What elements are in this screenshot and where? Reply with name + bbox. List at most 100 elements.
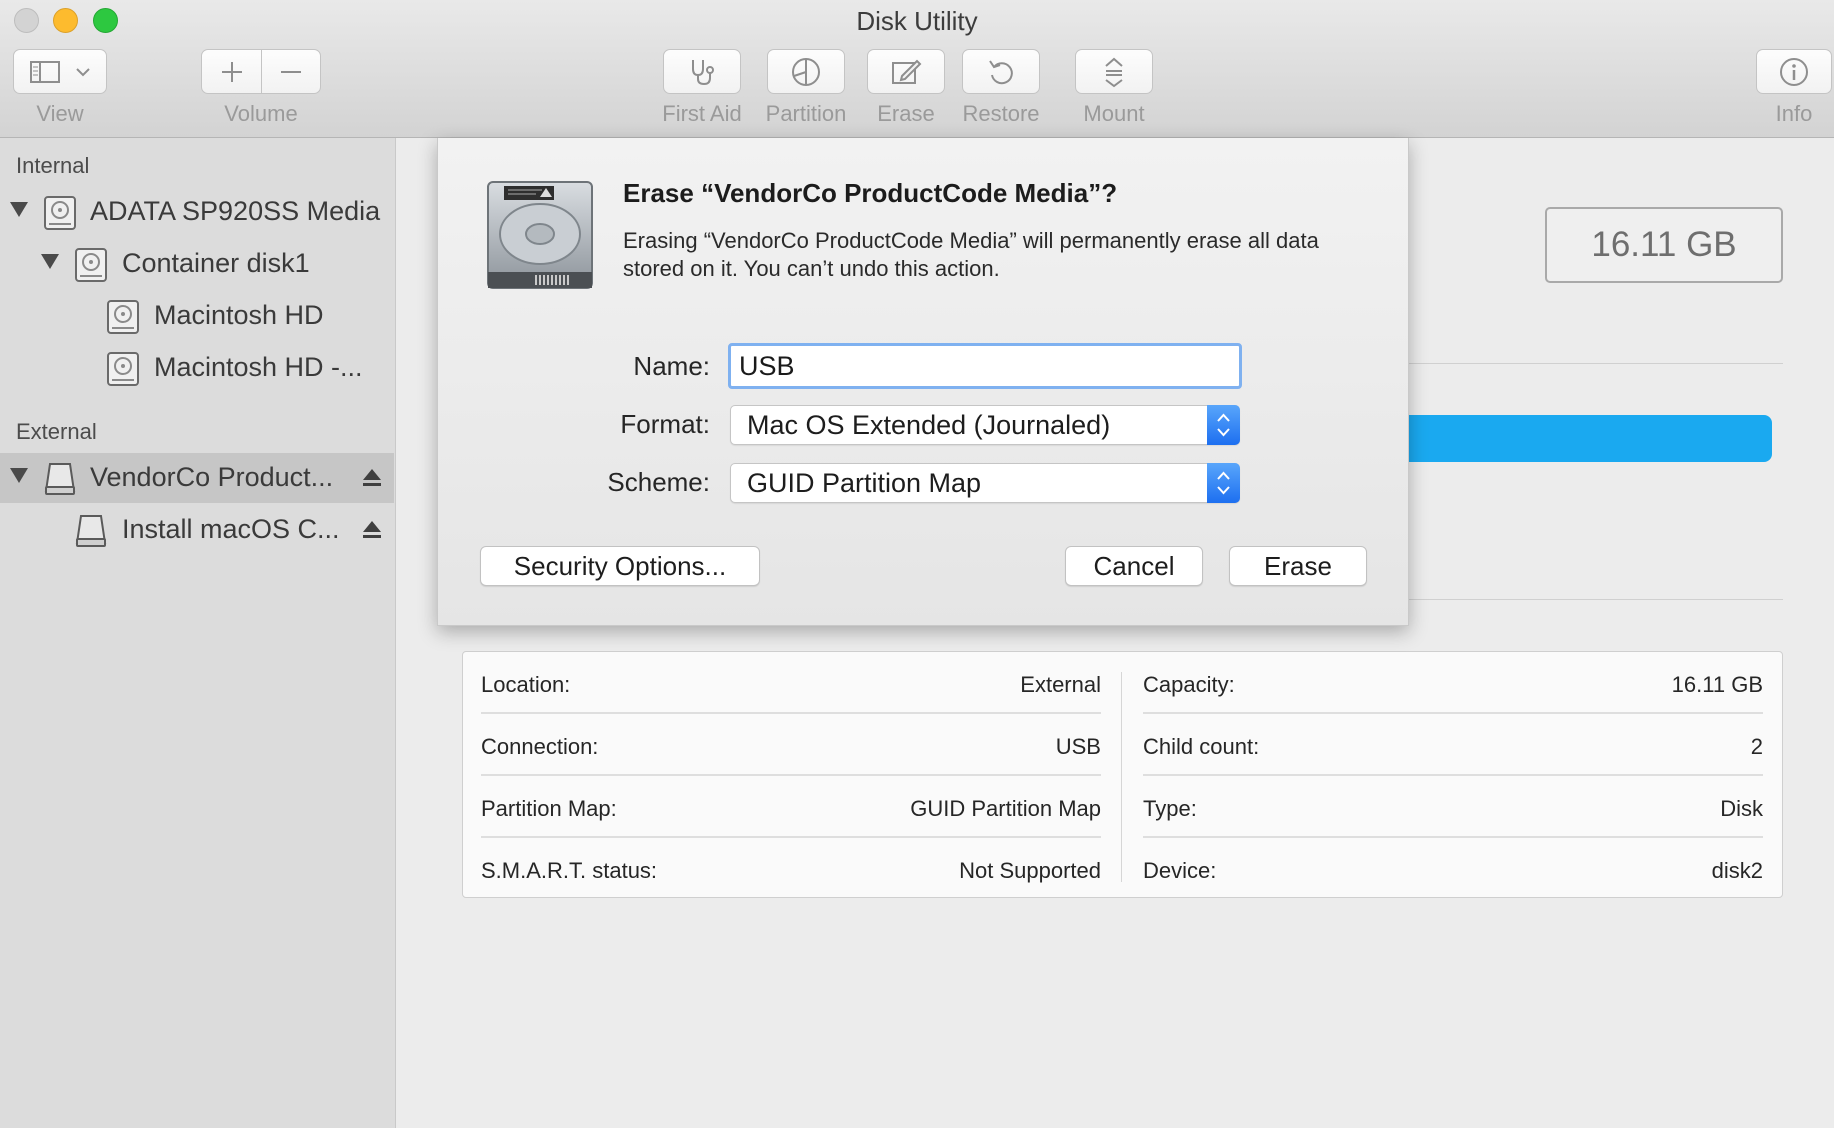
sidebar-item-label: Macintosh HD bbox=[154, 300, 324, 330]
add-volume-button[interactable] bbox=[201, 49, 262, 94]
divider bbox=[1408, 363, 1783, 364]
stethoscope-icon bbox=[686, 57, 718, 87]
mount-button[interactable] bbox=[1075, 49, 1153, 94]
mount-icon bbox=[1101, 56, 1127, 88]
erase-dialog: Erase “VendorCo ProductCode Media”? Eras… bbox=[437, 138, 1409, 626]
erase-label: Erase bbox=[877, 101, 935, 126]
info-row-capacity: Capacity: 16.11 GB bbox=[1143, 652, 1763, 714]
plus-icon bbox=[220, 60, 244, 84]
volume-label: Volume bbox=[224, 101, 298, 126]
cancel-button[interactable]: Cancel bbox=[1065, 546, 1203, 586]
scheme-popup[interactable]: GUID Partition Map bbox=[730, 463, 1240, 503]
external-disk-icon bbox=[43, 461, 77, 502]
info-row-location: Location: External bbox=[481, 652, 1101, 714]
internal-disk-icon bbox=[106, 351, 140, 392]
sidebar-item-container-disk1[interactable]: Container disk1 bbox=[0, 239, 394, 289]
eject-icon[interactable] bbox=[362, 467, 382, 489]
pie-chart-icon bbox=[790, 56, 822, 88]
popup-arrows-icon bbox=[1207, 463, 1240, 503]
sidebar-toggle-icon bbox=[29, 59, 63, 85]
name-label: Name: bbox=[633, 351, 710, 381]
internal-disk-icon bbox=[106, 299, 140, 340]
hard-disk-icon bbox=[482, 178, 598, 299]
view-label: View bbox=[36, 101, 84, 126]
info-value: 16.11 GB bbox=[1671, 672, 1763, 697]
info-key: Child count: bbox=[1143, 734, 1260, 759]
info-row-connection: Connection: USB bbox=[481, 714, 1101, 776]
internal-disk-icon bbox=[43, 195, 77, 236]
info-value: GUID Partition Map bbox=[910, 796, 1101, 821]
column-divider bbox=[1121, 672, 1122, 882]
capacity-display: 16.11 GB bbox=[1545, 207, 1783, 283]
view-button[interactable] bbox=[13, 49, 107, 94]
info-button[interactable] bbox=[1756, 49, 1832, 94]
window-title: Disk Utility bbox=[856, 6, 978, 36]
info-value: disk2 bbox=[1711, 858, 1763, 883]
mount-label: Mount bbox=[1083, 101, 1145, 126]
toolbar: Disk Utility View Volume First Aid Parti… bbox=[0, 0, 1834, 138]
popup-arrows-icon bbox=[1207, 405, 1240, 445]
info-icon bbox=[1778, 56, 1810, 88]
internal-disk-icon bbox=[74, 247, 108, 288]
info-row-child-count: Child count: 2 bbox=[1143, 714, 1763, 776]
dialog-message: Erasing “VendorCo ProductCode Media” wil… bbox=[623, 228, 1319, 281]
info-value: Disk bbox=[1720, 796, 1763, 821]
disclosure-triangle-icon[interactable] bbox=[10, 468, 28, 483]
info-row-smart-status: S.M.A.R.T. status: Not Supported bbox=[481, 838, 1101, 900]
info-row-partition-map: Partition Map: GUID Partition Map bbox=[481, 776, 1101, 838]
disclosure-triangle-icon[interactable] bbox=[10, 202, 28, 217]
restore-label: Restore bbox=[962, 101, 1040, 126]
external-disk-icon bbox=[74, 513, 108, 554]
pencil-erase-icon bbox=[890, 57, 922, 87]
info-key: Capacity: bbox=[1143, 672, 1235, 697]
restore-button[interactable] bbox=[962, 49, 1040, 94]
partition-label: Partition bbox=[765, 101, 847, 126]
sidebar-section-internal: Internal bbox=[16, 153, 90, 178]
info-key: Location: bbox=[481, 672, 571, 697]
sidebar: Internal ADATA SP920SS Media Container d… bbox=[0, 138, 396, 1128]
divider bbox=[1408, 599, 1783, 600]
partition-button[interactable] bbox=[767, 49, 845, 94]
info-value: 2 bbox=[1750, 734, 1763, 759]
security-options-button[interactable]: Security Options... bbox=[480, 546, 760, 586]
restore-arrow-icon bbox=[986, 57, 1016, 87]
sidebar-item-macintosh-hd[interactable]: Macintosh HD bbox=[0, 291, 394, 341]
sidebar-item-install-macos[interactable]: Install macOS C... bbox=[0, 505, 394, 555]
sidebar-item-label: Macintosh HD -... bbox=[154, 352, 363, 382]
info-row-device: Device: disk2 bbox=[1143, 838, 1763, 900]
minus-icon bbox=[279, 60, 303, 84]
sidebar-item-label: Container disk1 bbox=[122, 248, 310, 278]
eject-icon[interactable] bbox=[362, 519, 382, 541]
info-key: Connection: bbox=[481, 734, 599, 759]
usage-bar bbox=[1390, 415, 1772, 462]
sidebar-item-adata-disk[interactable]: ADATA SP920SS Media bbox=[0, 187, 394, 237]
info-value: External bbox=[1020, 672, 1101, 697]
chevron-down-icon bbox=[75, 67, 91, 77]
info-label: Info bbox=[1775, 101, 1813, 126]
dialog-title: Erase “VendorCo ProductCode Media”? bbox=[623, 178, 1118, 208]
sidebar-item-label: VendorCo Product... bbox=[90, 462, 334, 492]
name-field[interactable] bbox=[728, 343, 1242, 389]
disclosure-triangle-icon[interactable] bbox=[41, 254, 59, 269]
scheme-value: GUID Partition Map bbox=[747, 468, 982, 498]
erase-toolbar-button[interactable] bbox=[867, 49, 945, 94]
sidebar-item-label: Install macOS C... bbox=[122, 514, 340, 544]
first-aid-label: First Aid bbox=[662, 101, 742, 126]
erase-button[interactable]: Erase bbox=[1229, 546, 1367, 586]
sidebar-item-vendorco-disk[interactable]: VendorCo Product... bbox=[0, 453, 394, 503]
sidebar-section-external: External bbox=[16, 419, 97, 444]
scheme-label: Scheme: bbox=[607, 467, 710, 497]
info-key: S.M.A.R.T. status: bbox=[481, 858, 658, 883]
remove-volume-button[interactable] bbox=[261, 49, 321, 94]
info-value: USB bbox=[1055, 734, 1101, 759]
disk-info-table: Location: External Connection: USB Parti… bbox=[462, 651, 1783, 898]
info-key: Device: bbox=[1143, 858, 1217, 883]
info-key: Partition Map: bbox=[481, 796, 617, 821]
sidebar-item-macintosh-hd-data[interactable]: Macintosh HD -... bbox=[0, 343, 394, 393]
info-key: Type: bbox=[1143, 796, 1197, 821]
first-aid-button[interactable] bbox=[663, 49, 741, 94]
format-popup[interactable]: Mac OS Extended (Journaled) bbox=[730, 405, 1240, 445]
sidebar-item-label: ADATA SP920SS Media bbox=[90, 196, 381, 226]
info-value: Not Supported bbox=[959, 858, 1101, 883]
info-row-type: Type: Disk bbox=[1143, 776, 1763, 838]
